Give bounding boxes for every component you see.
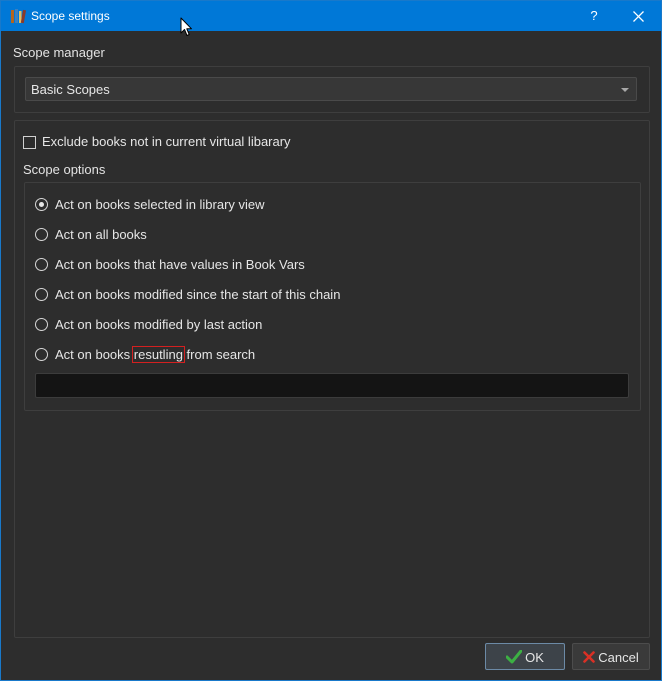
chevron-down-icon — [621, 88, 629, 92]
typo-highlight: resutling — [131, 346, 185, 363]
radio-button[interactable] — [35, 288, 48, 301]
cancel-button[interactable]: Cancel — [572, 643, 650, 670]
radio-button[interactable] — [35, 258, 48, 271]
radio-label-end: from search — [182, 347, 256, 362]
radio-label: Act on books that have values in Book Va… — [55, 257, 305, 272]
scope-manager-selected: Basic Scopes — [31, 82, 110, 97]
radio-label: Act on books modified since the start of… — [55, 287, 341, 302]
radio-button[interactable] — [35, 198, 48, 211]
close-icon — [632, 11, 644, 23]
radio-label: Act on books selected in library view — [55, 197, 265, 212]
radio-button[interactable] — [35, 228, 48, 241]
checkbox-label: Exclude books not in current virtual lib… — [42, 134, 291, 149]
checkmark-icon — [506, 649, 523, 664]
radio-label: Act on books modified by last action — [55, 317, 263, 332]
scope-settings-dialog: Scope settings ? Scope manager Basic Sco… — [0, 0, 662, 681]
radio-button[interactable] — [35, 348, 48, 361]
books-icon — [11, 9, 26, 24]
ok-button[interactable]: OK — [485, 643, 565, 670]
mouse-cursor-icon — [180, 17, 192, 36]
x-icon — [583, 650, 596, 663]
scope-options-label: Scope options — [23, 162, 106, 177]
radio-label: Act on books resutling from search — [55, 346, 256, 363]
scope-manager-dropdown[interactable]: Basic Scopes — [25, 77, 637, 101]
window-title: Scope settings — [31, 9, 110, 23]
close-button[interactable] — [615, 1, 661, 31]
cancel-button-label: Cancel — [598, 650, 639, 666]
radio-label-start: Act on books — [55, 347, 134, 362]
radio-label: Act on all books — [55, 227, 147, 242]
radio-button[interactable] — [35, 318, 48, 331]
help-button[interactable]: ? — [571, 1, 617, 31]
ok-button-label: OK — [525, 650, 544, 666]
search-query-input[interactable] — [35, 373, 629, 398]
title-bar[interactable]: Scope settings ? — [1, 1, 661, 31]
checkbox-box[interactable] — [23, 136, 36, 149]
scope-manager-label: Scope manager — [13, 45, 105, 60]
